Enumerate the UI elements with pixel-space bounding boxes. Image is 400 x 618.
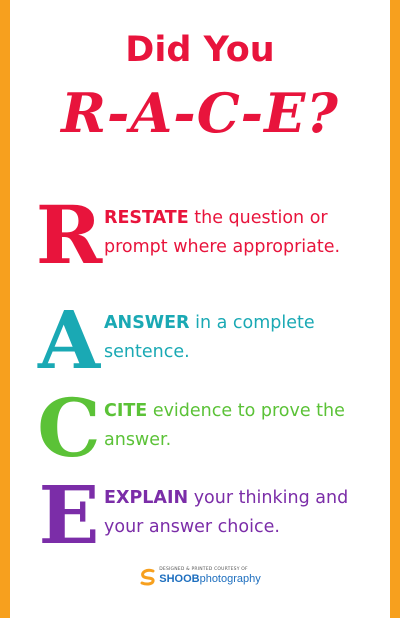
credit-brand: SHOOBphotography bbox=[159, 573, 261, 586]
step-letter: R bbox=[35, 188, 103, 282]
credit-brand-bold: SHOOB bbox=[159, 573, 200, 585]
step-answer: A ANSWER in a complete sentence. bbox=[34, 295, 374, 395]
step-letter: C bbox=[37, 381, 101, 475]
step-text: RESTATE the question or prompt where app… bbox=[104, 204, 374, 262]
race-poster: Did You R-A-C-E? R RESTATE the question … bbox=[0, 0, 400, 618]
credit-courtesy-text: DESIGNED & PRINTED COURTESY OF bbox=[159, 567, 248, 572]
step-restate: R RESTATE the question or prompt where a… bbox=[34, 190, 374, 290]
step-text: ANSWER in a complete sentence. bbox=[104, 309, 374, 367]
title-line-2: R-A-C-E? bbox=[61, 81, 339, 145]
step-keyword: RESTATE bbox=[104, 208, 189, 228]
step-explain: E EXPLAIN your thinking and your answer … bbox=[34, 470, 374, 570]
swirl-logo-icon bbox=[140, 568, 155, 586]
step-letter: E bbox=[38, 468, 100, 562]
step-text: CITE evidence to prove the answer. bbox=[104, 397, 374, 455]
credit-footer: DESIGNED & PRINTED COURTESY OF SHOOBphot… bbox=[0, 566, 400, 586]
step-keyword: ANSWER bbox=[104, 313, 190, 333]
credit-block: DESIGNED & PRINTED COURTESY OF SHOOBphot… bbox=[139, 566, 261, 586]
step-keyword: CITE bbox=[104, 401, 148, 421]
title-line-1: Did You bbox=[125, 30, 275, 70]
step-text: EXPLAIN your thinking and your answer ch… bbox=[104, 484, 374, 542]
credit-brand-rest: photography bbox=[199, 573, 261, 585]
step-letter: A bbox=[37, 293, 101, 387]
step-keyword: EXPLAIN bbox=[104, 488, 189, 508]
